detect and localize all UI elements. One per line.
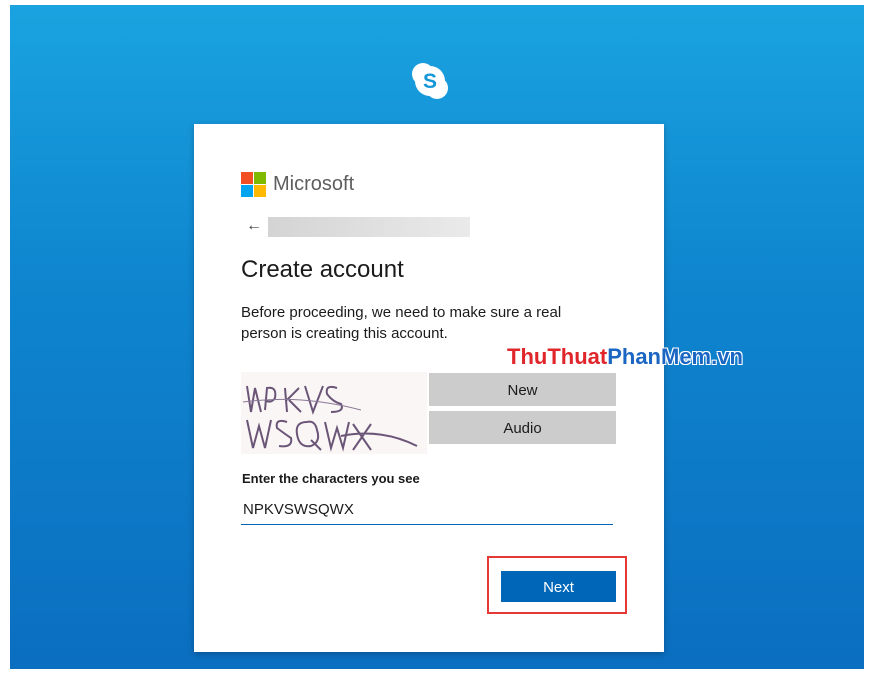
watermark-text: ThuThuatPhanMem.vn xyxy=(507,344,743,370)
audio-captcha-button[interactable]: Audio xyxy=(429,411,616,444)
page-description: Before proceeding, we need to make sure … xyxy=(241,304,562,342)
next-button[interactable]: Next xyxy=(501,571,616,602)
watermark-part1: ThuThuat xyxy=(507,344,608,369)
back-arrow-icon[interactable]: ← xyxy=(246,217,262,235)
watermark-part2: PhanMem.vn xyxy=(607,344,743,369)
microsoft-wordmark: Microsoft xyxy=(273,173,355,195)
skype-icon: S xyxy=(412,63,448,99)
captcha-input-label: Enter the characters you see xyxy=(242,471,420,486)
new-captcha-button[interactable]: New xyxy=(429,373,616,406)
captcha-input[interactable] xyxy=(241,496,615,522)
captcha-input-wrapper xyxy=(241,496,615,525)
sign-in-card: Microsoft ← Create account Before procee… xyxy=(194,124,664,652)
svg-text:S: S xyxy=(423,70,437,93)
microsoft-logo-icon xyxy=(241,172,266,197)
captcha-image xyxy=(241,372,427,454)
account-identity-redacted xyxy=(268,217,470,237)
page-title: Create account xyxy=(241,256,404,283)
